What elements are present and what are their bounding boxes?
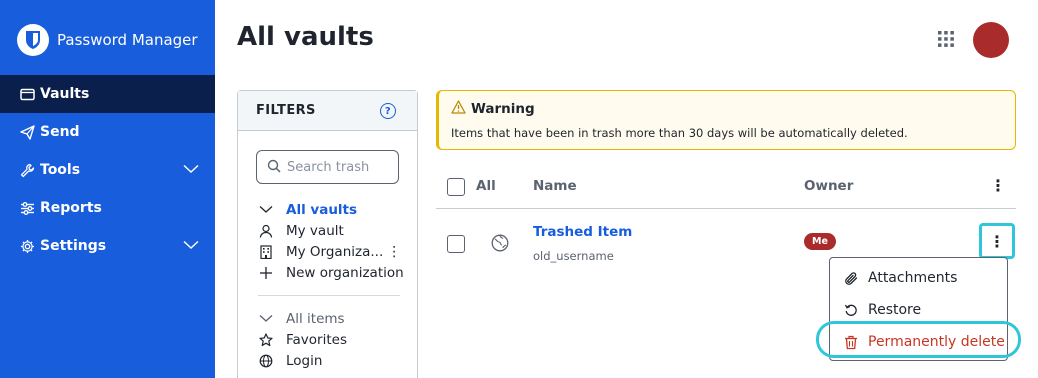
row-checkbox[interactable] (447, 235, 465, 253)
column-name[interactable]: Name (533, 178, 577, 194)
vault-icon (18, 85, 36, 103)
search-icon (267, 158, 281, 177)
nav-item-label: Send (40, 124, 80, 140)
globe-icon (491, 234, 509, 252)
chevron-down-icon[interactable] (183, 162, 199, 178)
filters-panel: FILTERS ? All vaults My vault My Organiz… (237, 90, 418, 378)
nav-item-vaults[interactable]: Vaults (0, 75, 215, 113)
avatar[interactable] (973, 22, 1009, 58)
plus-icon (258, 265, 274, 281)
help-icon[interactable]: ? (380, 103, 396, 119)
filter-new-organization[interactable]: New organization (258, 262, 418, 283)
divider (258, 295, 400, 296)
warning-icon (451, 100, 466, 118)
brand[interactable]: Password Manager (17, 24, 198, 56)
nav-item-reports[interactable]: Reports (0, 189, 215, 227)
filter-label: Favorites (286, 331, 347, 348)
menu-item-label: Attachments (868, 270, 958, 286)
filter-all-items[interactable]: All items (258, 308, 418, 329)
page-title: All vaults (237, 22, 374, 52)
menu-item-label: Restore (868, 302, 922, 318)
warning-text: Items that have been in trash more than … (451, 126, 908, 140)
filters-title: FILTERS (256, 103, 316, 118)
nav-item-send[interactable]: Send (0, 113, 215, 151)
header-kebab-icon[interactable]: ⋮ (990, 176, 1006, 195)
row-options-button[interactable]: ⋮ (979, 223, 1015, 259)
filter-tree: All vaults My vault My Organiza... ⋮ New… (258, 199, 418, 371)
kebab-menu-icon: ⋮ (989, 231, 1005, 251)
wrench-icon (18, 161, 36, 179)
table-header: All Name Owner ⋮ (436, 168, 1016, 209)
items-table: All Name Owner ⋮ Trashed Item old_userna… (436, 168, 1016, 263)
filter-label: My Organiza... (286, 243, 384, 260)
warning-callout: Warning Items that have been in trash mo… (436, 90, 1016, 150)
item-name-link[interactable]: Trashed Item (533, 224, 632, 240)
gear-icon (18, 237, 36, 255)
warning-title: Warning (451, 100, 1003, 118)
nav-item-label: Reports (40, 200, 102, 216)
kebab-menu-icon[interactable]: ⋮ (387, 244, 401, 260)
filter-label: Login (286, 352, 323, 369)
warning-title-text: Warning (471, 101, 535, 117)
undo-icon (843, 302, 859, 318)
nav-item-label: Tools (40, 162, 81, 178)
star-icon (258, 332, 274, 348)
chevron-down-icon[interactable] (258, 202, 274, 218)
chevron-down-icon[interactable] (258, 311, 274, 327)
column-all: All (476, 178, 496, 194)
user-icon (258, 223, 274, 239)
filter-my-vault[interactable]: My vault (258, 220, 418, 241)
sliders-icon (18, 199, 36, 217)
shield-logo-icon (17, 24, 49, 56)
highlight-ring (816, 321, 1021, 358)
nav: Vaults Send Tools Reports Settings (0, 75, 215, 265)
filter-label: My vault (286, 222, 344, 239)
select-all-checkbox[interactable] (447, 178, 465, 196)
chevron-down-icon[interactable] (183, 238, 199, 254)
nav-item-settings[interactable]: Settings (0, 227, 215, 265)
brand-name: Password Manager (57, 31, 198, 49)
nav-item-tools[interactable]: Tools (0, 151, 215, 189)
filters-header: FILTERS ? (238, 91, 417, 131)
search-field[interactable] (256, 150, 399, 184)
nav-item-label: Settings (40, 238, 107, 254)
building-icon (258, 244, 274, 260)
app-grid-icon[interactable] (937, 30, 955, 48)
filter-favorites[interactable]: Favorites (258, 329, 418, 350)
column-owner[interactable]: Owner (804, 178, 853, 194)
filter-label: All vaults (286, 201, 358, 218)
filter-all-vaults[interactable]: All vaults (258, 199, 418, 220)
nav-item-label: Vaults (40, 86, 90, 102)
sidebar: Password Manager Vaults Send Tools Repor… (0, 0, 215, 378)
filter-login[interactable]: Login (258, 350, 418, 371)
filter-label: New organization (286, 264, 404, 281)
item-username: old_username (533, 249, 614, 263)
filter-my-organization[interactable]: My Organiza... ⋮ (258, 241, 418, 262)
paperclip-icon (843, 270, 859, 286)
send-icon (18, 123, 36, 141)
filter-label: All items (286, 310, 345, 327)
globe-icon (258, 353, 274, 369)
owner-badge: Me (804, 233, 836, 250)
menu-item-attachments[interactable]: Attachments (830, 262, 1007, 294)
search-input[interactable] (287, 159, 387, 175)
